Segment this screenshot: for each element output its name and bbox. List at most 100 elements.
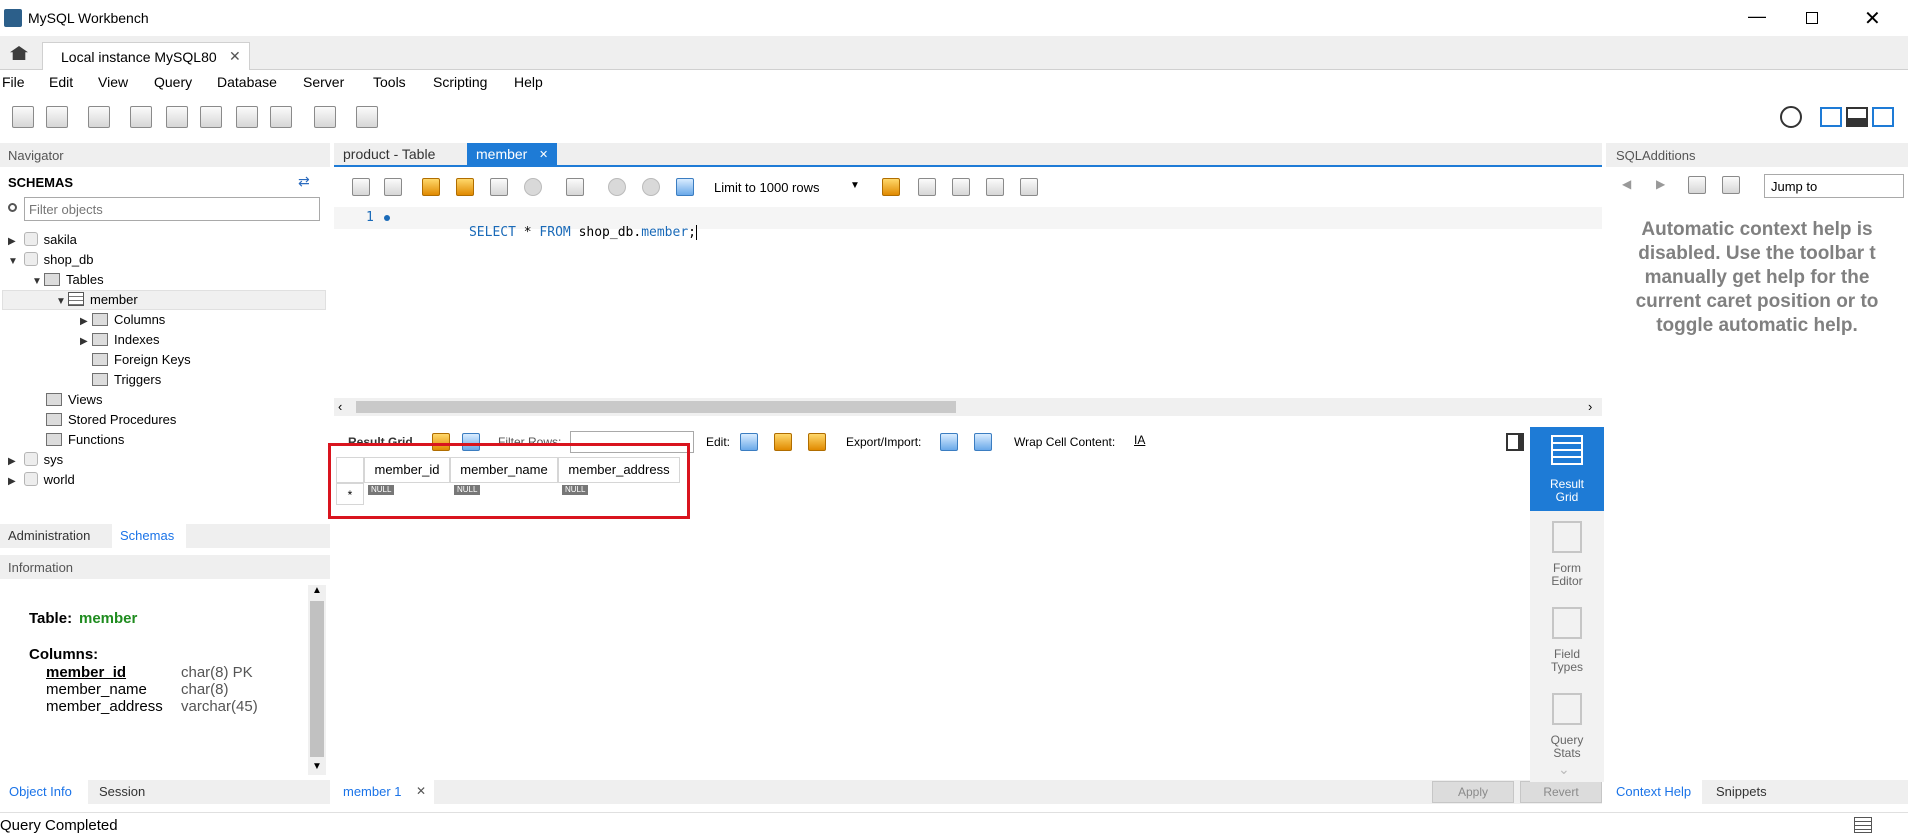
toggle-autocommit-icon[interactable] bbox=[676, 178, 694, 196]
sql-editor[interactable]: 1 SELECT * FROM shop_db.member; bbox=[334, 207, 1602, 373]
expand-icon[interactable]: ▶ bbox=[8, 472, 20, 492]
execute-current-icon[interactable] bbox=[456, 178, 474, 196]
refresh-schemas-icon[interactable]: ⇄ bbox=[298, 173, 310, 190]
schema-shop-db[interactable]: ▼ shop_db bbox=[8, 250, 94, 270]
editor-h-scrollbar[interactable]: ‹ › bbox=[334, 398, 1602, 416]
stored-procedures-node[interactable]: Stored Procedures bbox=[46, 410, 176, 430]
info-scrollbar[interactable]: ▲ ▼ bbox=[308, 585, 326, 775]
menu-help[interactable]: Help bbox=[514, 74, 543, 90]
toggle-continue-on-error-icon[interactable] bbox=[566, 178, 584, 196]
create-schema-icon[interactable] bbox=[130, 106, 152, 128]
triggers-node[interactable]: Triggers bbox=[92, 370, 161, 390]
forward-icon[interactable]: ▶ bbox=[1656, 177, 1665, 191]
open-file-icon[interactable] bbox=[352, 178, 370, 196]
minimize-button[interactable]: — bbox=[1748, 6, 1766, 27]
close-window-button[interactable]: ✕ bbox=[1864, 6, 1881, 31]
commit-icon[interactable] bbox=[608, 178, 626, 196]
table-member[interactable]: ▼ member bbox=[56, 290, 138, 310]
beautify-icon[interactable] bbox=[918, 178, 936, 196]
schema-sys[interactable]: ▶ sys bbox=[8, 450, 63, 470]
expand-icon[interactable]: ▶ bbox=[8, 232, 20, 252]
menu-tools[interactable]: Tools bbox=[373, 74, 406, 90]
tab-context-help[interactable]: Context Help bbox=[1606, 780, 1702, 804]
scroll-thumb[interactable] bbox=[356, 401, 956, 413]
field-types-view-button[interactable]: Field Types bbox=[1530, 603, 1604, 681]
add-snippet-icon[interactable] bbox=[882, 178, 900, 196]
import-icon[interactable] bbox=[974, 433, 992, 451]
views-node[interactable]: Views bbox=[46, 390, 102, 410]
functions-node[interactable]: Functions bbox=[46, 430, 124, 450]
reconnect-icon[interactable] bbox=[356, 106, 378, 128]
export-icon[interactable] bbox=[940, 433, 958, 451]
open-sql-script-icon[interactable] bbox=[46, 106, 68, 128]
query-stats-view-button[interactable]: Query Stats bbox=[1530, 689, 1604, 767]
columns-node[interactable]: ▶ Columns bbox=[80, 310, 165, 330]
close-tab-icon[interactable]: ✕ bbox=[229, 48, 241, 65]
tab-product-table[interactable]: product - Table bbox=[343, 146, 435, 162]
tab-administration[interactable]: Administration bbox=[8, 528, 90, 543]
tab-object-info[interactable]: Object Info bbox=[0, 780, 88, 804]
inspector-icon[interactable] bbox=[88, 106, 110, 128]
limit-rows-select[interactable]: Limit to 1000 rows ▼ bbox=[710, 177, 870, 199]
create-procedure-icon[interactable] bbox=[236, 106, 258, 128]
execute-icon[interactable] bbox=[422, 178, 440, 196]
create-view-icon[interactable] bbox=[200, 106, 222, 128]
save-icon[interactable] bbox=[384, 178, 402, 196]
chevron-down-icon[interactable]: ⌄ bbox=[1558, 761, 1570, 778]
revert-button[interactable]: Revert bbox=[1520, 781, 1602, 803]
rollback-icon[interactable] bbox=[642, 178, 660, 196]
connection-tab[interactable]: Local instance MySQL80 ✕ bbox=[42, 42, 250, 70]
tab-member[interactable]: member ✕ bbox=[467, 143, 557, 167]
menu-view[interactable]: View bbox=[98, 74, 128, 90]
toggle-secondary-sidebar-icon[interactable] bbox=[1872, 107, 1894, 127]
apply-button[interactable]: Apply bbox=[1432, 781, 1514, 803]
collapse-icon[interactable]: ▼ bbox=[32, 272, 44, 292]
expand-icon[interactable]: ▶ bbox=[8, 452, 20, 472]
collapse-icon[interactable]: ▼ bbox=[8, 252, 20, 272]
menu-file[interactable]: File bbox=[2, 74, 25, 90]
menu-query[interactable]: Query bbox=[154, 74, 192, 90]
search-table-data-icon[interactable] bbox=[314, 106, 336, 128]
workbench-prefs-icon[interactable] bbox=[1780, 106, 1802, 128]
menu-scripting[interactable]: Scripting bbox=[433, 74, 487, 90]
new-sql-tab-icon[interactable] bbox=[12, 106, 34, 128]
wrap-lines-icon[interactable] bbox=[1020, 178, 1038, 196]
menu-server[interactable]: Server bbox=[303, 74, 344, 90]
wrap-cell-icon[interactable]: IA bbox=[1134, 433, 1145, 447]
maximize-button[interactable] bbox=[1806, 12, 1818, 24]
tab-session[interactable]: Session bbox=[99, 784, 145, 799]
tab-member-1[interactable]: member 1 ✕ bbox=[334, 780, 434, 804]
explain-icon[interactable] bbox=[490, 178, 508, 196]
manual-help-icon[interactable] bbox=[1688, 176, 1706, 194]
filter-objects-input[interactable] bbox=[24, 197, 320, 221]
find-icon[interactable] bbox=[952, 178, 970, 196]
jump-to-select[interactable]: Jump to bbox=[1764, 174, 1904, 198]
scroll-thumb[interactable] bbox=[310, 601, 324, 757]
scroll-right-icon[interactable]: › bbox=[1588, 399, 1592, 414]
schema-world[interactable]: ▶ world bbox=[8, 470, 75, 490]
foreign-keys-node[interactable]: Foreign Keys bbox=[92, 350, 191, 370]
stop-icon[interactable] bbox=[524, 178, 542, 196]
schema-sakila[interactable]: ▶ sakila bbox=[8, 230, 77, 250]
tables-node[interactable]: ▼ Tables bbox=[32, 270, 104, 290]
home-icon[interactable] bbox=[10, 46, 28, 60]
toggle-sidebar-icon[interactable] bbox=[1820, 107, 1842, 127]
expand-icon[interactable]: ▶ bbox=[80, 312, 92, 332]
close-tab-icon[interactable]: ✕ bbox=[539, 148, 548, 161]
output-toggle-icon[interactable] bbox=[1854, 817, 1872, 833]
menu-edit[interactable]: Edit bbox=[49, 74, 73, 90]
result-grid-view-button[interactable]: Result Grid bbox=[1530, 427, 1604, 511]
edit-row-icon[interactable] bbox=[740, 433, 758, 451]
scroll-left-icon[interactable]: ‹ bbox=[338, 399, 342, 414]
scroll-down-icon[interactable]: ▼ bbox=[312, 761, 322, 772]
create-table-icon[interactable] bbox=[166, 106, 188, 128]
delete-row-icon[interactable] bbox=[808, 433, 826, 451]
scroll-up-icon[interactable]: ▲ bbox=[312, 585, 322, 596]
toggle-output-icon[interactable] bbox=[1846, 107, 1868, 127]
add-row-icon[interactable] bbox=[774, 433, 792, 451]
form-editor-view-button[interactable]: Form Editor bbox=[1530, 517, 1604, 595]
tab-schemas[interactable]: Schemas bbox=[112, 524, 186, 548]
expand-icon[interactable]: ▶ bbox=[80, 332, 92, 352]
invisible-chars-icon[interactable] bbox=[986, 178, 1004, 196]
toggle-panel-icon[interactable] bbox=[1506, 433, 1524, 451]
